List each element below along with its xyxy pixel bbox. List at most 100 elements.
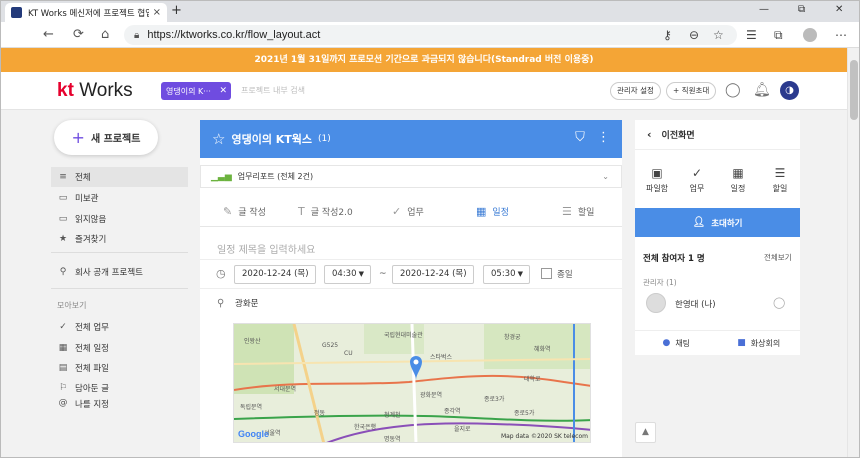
view-all-link[interactable]: 전체보기: [764, 252, 792, 263]
map-label: 명동역: [384, 436, 401, 443]
favorites-list-icon[interactable]: ☰: [746, 28, 757, 42]
mention-icon: @: [58, 398, 68, 408]
location-map[interactable]: G525 CU 스타벅스 인왕산 독립문역 광화문역 종로3가 을지로 명동역 …: [233, 323, 591, 443]
map-label: 정동: [314, 410, 326, 417]
collections-icon[interactable]: ⧉: [774, 28, 783, 43]
map-label: 창경궁: [504, 334, 521, 341]
page-scrollbar[interactable]: [847, 48, 859, 457]
start-date-field[interactable]: 2020-12-24 (목): [234, 265, 316, 284]
scroll-top-button[interactable]: ▲: [635, 422, 656, 443]
back-arrow-icon[interactable]: ←: [43, 27, 54, 42]
check-icon: ✓: [59, 322, 67, 332]
url-field[interactable]: 🔒︎ https://ktworks.co.kr/flow_layout.act: [124, 25, 737, 45]
tab-write-post[interactable]: ✎ 글 작성: [223, 205, 266, 218]
more-vertical-icon[interactable]: ⋮: [597, 130, 610, 145]
map-label: CU: [344, 350, 353, 357]
right-panel-footer: ● 채팅 ■ 화상회의: [635, 330, 800, 355]
filter-icon[interactable]: ⛉: [575, 130, 585, 145]
back-button[interactable]: ‹ 이전화면: [635, 120, 800, 150]
location-row[interactable]: ⚲ 광화문: [217, 297, 259, 309]
manager-label: 관리자 (1): [643, 278, 677, 287]
files-shortcut[interactable]: ▣ 파일함: [642, 166, 672, 194]
sidebar-item-public-projects[interactable]: ⚲ 회사 공개 프로젝트: [51, 262, 188, 282]
tab-title: KT Works 메신저에 프로젝트 협업: [28, 8, 149, 19]
calendar-icon: ▦: [58, 343, 68, 353]
chevron-down-icon[interactable]: ⌄: [602, 172, 609, 181]
scrollbar-thumb[interactable]: [850, 60, 858, 120]
key-icon[interactable]: ⚷: [663, 28, 672, 42]
kt-works-logo[interactable]: kt Works: [57, 80, 133, 102]
schedule-title-input[interactable]: 일정 제목을 입력하세요: [217, 241, 315, 256]
clock-icon: ◷: [216, 267, 226, 280]
sidebar-item-unread[interactable]: ▭ 읽지않음: [51, 209, 188, 229]
map-park-area: [364, 324, 424, 354]
invite-staff-button[interactable]: + 직원초대: [666, 82, 717, 100]
message-bubble-icon[interactable]: ◯: [773, 296, 785, 309]
project-title: 영댕이의 KT웍스: [231, 133, 313, 146]
location-text: 광화문: [235, 299, 259, 309]
sidebar-item-mentions[interactable]: @ 나를 지정: [51, 398, 188, 408]
chevron-left-icon: ‹: [647, 128, 652, 141]
reload-icon[interactable]: ⟳: [73, 27, 84, 42]
calendar-icon: ▦: [476, 205, 487, 218]
tab-todo[interactable]: ☰ 할일: [562, 205, 594, 218]
allday-label: 종일: [557, 270, 573, 280]
tab-close-icon[interactable]: ×: [153, 7, 161, 18]
video-call-button[interactable]: ■ 화상회의: [718, 331, 801, 355]
window-close-button[interactable]: ✕: [835, 4, 843, 15]
task-report-bar[interactable]: ▁▃▅ 업무리포트 (전체 2건) ⌄: [200, 165, 622, 188]
schedule-shortcut[interactable]: ▦ 일정: [723, 166, 753, 194]
favorite-star-icon[interactable]: ☆: [212, 130, 225, 148]
tab-schedule[interactable]: ▦ 일정: [476, 205, 509, 218]
zoom-icon[interactable]: ⊖: [689, 28, 699, 42]
restore-button[interactable]: ⧉: [798, 4, 805, 15]
chat-bubble-icon[interactable]: ◯: [725, 82, 741, 98]
text-icon: T: [298, 205, 305, 218]
sidebar-item-all-tasks[interactable]: ✓ 전체 업무: [51, 317, 188, 337]
app-header: kt Works 영댕이의 K··· ✕ 프로젝트 내부 검색 관리자 설정 +…: [1, 72, 847, 110]
user-avatar[interactable]: ◑: [780, 81, 799, 100]
sidebar-item-all[interactable]: ≡ 전체: [51, 167, 188, 187]
project-search-input[interactable]: 프로젝트 내부 검색: [241, 85, 305, 96]
chip-close-icon[interactable]: ✕: [219, 86, 227, 96]
new-project-button[interactable]: + 새 프로젝트: [54, 120, 158, 155]
admin-settings-button[interactable]: 관리자 설정: [610, 82, 661, 100]
new-tab-button[interactable]: +: [171, 3, 182, 18]
tasks-shortcut[interactable]: ✓ 업무: [682, 166, 712, 194]
chat-button[interactable]: ● 채팅: [635, 331, 718, 355]
video-camera-icon: ■: [737, 338, 746, 348]
sidebar-item-favorites[interactable]: ★ 즐겨찾기: [51, 229, 188, 249]
todo-shortcut[interactable]: ☰ 할일: [765, 166, 795, 194]
user-avatar[interactable]: [646, 293, 666, 313]
start-time-select[interactable]: 04:30 ▼: [324, 265, 371, 284]
sidebar-item-all-files[interactable]: ▤ 전체 파일: [51, 358, 188, 378]
sidebar-item-bookmarked[interactable]: ⚐ 담아둔 글: [51, 378, 188, 398]
pencil-icon: ✎: [223, 205, 233, 218]
minimize-button[interactable]: —: [759, 4, 769, 15]
participants-title: 전체 참여자 1 명: [643, 254, 705, 264]
home-icon[interactable]: ⌂: [101, 27, 109, 42]
allday-checkbox[interactable]: [541, 268, 552, 279]
star-icon: ★: [58, 234, 68, 244]
browser-tab[interactable]: KT Works 메신저에 프로젝트 협업 ×: [5, 3, 167, 22]
more-menu-icon[interactable]: ⋯: [835, 28, 847, 42]
project-filter-chip[interactable]: 영댕이의 K··· ✕: [161, 82, 231, 100]
inbox-icon: ▭: [58, 193, 68, 203]
favorite-star-icon[interactable]: ☆: [713, 28, 724, 42]
tab-task[interactable]: ✓ 업무: [392, 205, 424, 218]
end-date-field[interactable]: 2020-12-24 (목): [392, 265, 474, 284]
end-time-select[interactable]: 05:30 ▼: [483, 265, 530, 284]
bell-icon[interactable]: 🔔︎: [753, 82, 771, 98]
tab-write-post-2[interactable]: T 글 작성2.0: [298, 205, 353, 218]
bookmark-icon: ⚐: [58, 383, 68, 393]
lock-icon: 🔒︎: [134, 29, 140, 41]
profile-icon[interactable]: [803, 28, 817, 42]
project-actions: ⛉ ⋮: [575, 130, 610, 145]
invite-button[interactable]: 👤︎ 초대하기: [635, 208, 800, 237]
calendar-icon: ▦: [732, 166, 744, 180]
sidebar-item-all-schedules[interactable]: ▦ 전체 일정: [51, 338, 188, 358]
project-header: ☆ 영댕이의 KT웍스 (1) ⛉ ⋮: [200, 120, 622, 158]
sidebar-section-title: 모아보기: [57, 301, 87, 310]
map-label: 혜화역: [534, 346, 551, 353]
sidebar-item-unarchived[interactable]: ▭ 미보관: [51, 188, 188, 208]
